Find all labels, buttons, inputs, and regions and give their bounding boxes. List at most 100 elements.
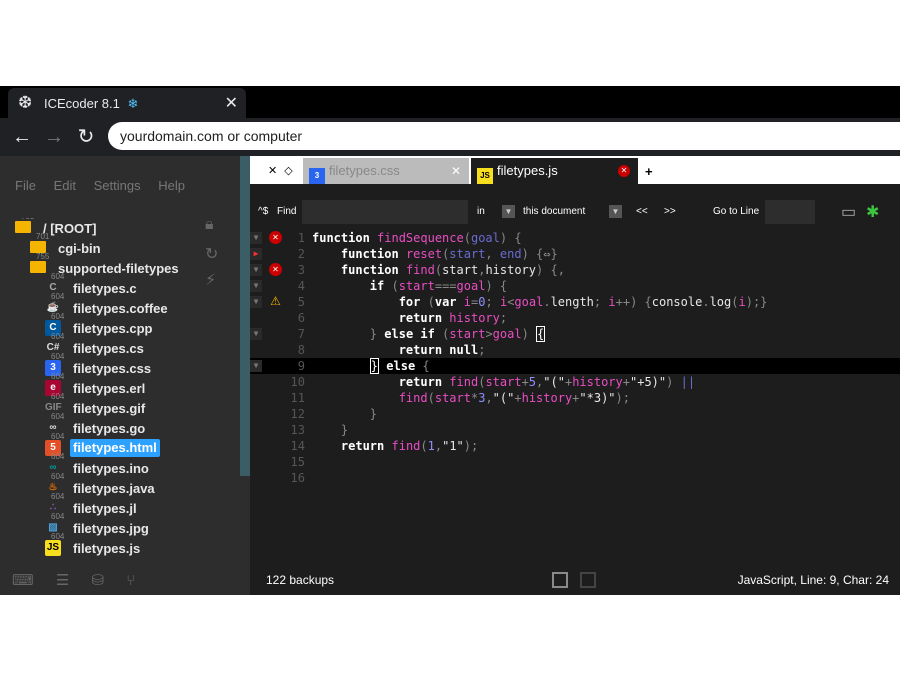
- line-number: 4: [297, 279, 305, 293]
- tree-file[interactable]: e filetypes.erl 604: [45, 372, 230, 398]
- tree-file[interactable]: ☕ filetypes.coffee 604: [45, 292, 230, 318]
- code-text: return history;: [398, 311, 508, 325]
- tree-file[interactable]: ▨ filetypes.jpg 604: [45, 512, 230, 538]
- code-line[interactable]: ▼ ✕ 3 function find(start,history) {,: [250, 262, 900, 278]
- address-bar[interactable]: yourdomain.com or computer: [108, 122, 900, 150]
- tab-filetypes-css[interactable]: 3 filetypes.css ✕: [303, 158, 469, 184]
- code-line[interactable]: 15: [250, 454, 900, 470]
- in-label: in: [477, 206, 485, 217]
- find-input[interactable]: [302, 200, 468, 224]
- tree-file[interactable]: 5 filetypes.html 604: [45, 432, 230, 458]
- server-icon[interactable]: ☰: [56, 572, 69, 589]
- tree-item-count: 604: [51, 432, 65, 441]
- git-icon[interactable]: ⑂: [126, 572, 135, 589]
- tree-file[interactable]: 3 filetypes.css 604: [45, 352, 230, 378]
- line-number: 8: [297, 343, 305, 357]
- chevron-down-icon[interactable]: ▼: [502, 205, 515, 218]
- tree-item-label: filetypes.java: [73, 481, 155, 496]
- fold-toggle-icon[interactable]: ▼: [250, 280, 262, 292]
- tree-item-name: filetypes.jpg: [73, 521, 149, 536]
- error-icon[interactable]: ✕: [269, 231, 282, 244]
- code-text: find(start*3,"("+history+"*3)");: [398, 391, 630, 405]
- find-next-button[interactable]: >>: [664, 206, 676, 217]
- code-line[interactable]: ▼ 9 } else {: [250, 358, 900, 374]
- menu-help[interactable]: Help: [158, 178, 185, 193]
- fold-toggle-icon[interactable]: ▼: [250, 232, 262, 244]
- tree-file[interactable]: ∞ filetypes.go 604: [45, 412, 230, 438]
- close-all-icon[interactable]: ✕: [268, 165, 277, 177]
- bug-icon[interactable]: ✱: [866, 202, 879, 222]
- reload-icon[interactable]: ↻: [74, 125, 98, 149]
- code-line[interactable]: ▼ ⚠ 5 for (var i=0; i<goal.length; i++) {c…: [250, 294, 900, 310]
- tree-item-label: filetypes.css: [73, 361, 151, 376]
- tree-file[interactable]: ♨ filetypes.java 604: [45, 472, 230, 498]
- tree-file[interactable]: GIF filetypes.gif 604: [45, 392, 230, 418]
- tree-item-count: 604: [51, 492, 65, 501]
- fold-toggle-icon[interactable]: ▼: [250, 360, 262, 372]
- code-text: } else if (start>goal) {: [369, 326, 546, 342]
- code-line[interactable]: 13 }: [250, 422, 900, 438]
- code-line[interactable]: ▼ 4 if (start===goal) {: [250, 278, 900, 294]
- code-line[interactable]: 10 return find(start+5,"("+history+"+5)"…: [250, 374, 900, 390]
- tree-file[interactable]: ∴ filetypes.jl 604: [45, 492, 230, 518]
- chevron-down-icon[interactable]: ▼: [609, 205, 622, 218]
- goto-line-input[interactable]: [765, 200, 815, 224]
- fold-toggle-icon[interactable]: ▶: [250, 248, 262, 260]
- tree-file[interactable]: Cfiletypes.c 604: [45, 272, 230, 298]
- window-icon[interactable]: ▭: [841, 202, 856, 222]
- tab-sort-icon[interactable]: ◇: [284, 165, 292, 177]
- tree-item-label: filetypes.html: [70, 439, 160, 457]
- line-number: 14: [290, 439, 305, 453]
- find-prev-button[interactable]: <<: [636, 206, 648, 217]
- line-number: 15: [290, 455, 305, 469]
- backups-count[interactable]: 122 backups: [266, 573, 334, 587]
- code-line[interactable]: 11 find(start*3,"("+history+"*3)");: [250, 390, 900, 406]
- regex-toggle[interactable]: ^$: [258, 206, 268, 217]
- code-line[interactable]: 12 }: [250, 406, 900, 422]
- code-line[interactable]: ▶ 2 function reset(start, end) {⇔}: [250, 246, 900, 262]
- tree-file[interactable]: C# filetypes.cs 604: [45, 332, 230, 358]
- tree-item-count: 604: [51, 472, 65, 481]
- warning-icon[interactable]: ⚠: [269, 295, 282, 308]
- fold-toggle-icon[interactable]: ▼: [250, 296, 262, 308]
- back-arrow-icon[interactable]: ←: [10, 125, 34, 149]
- menu-edit[interactable]: Edit: [54, 178, 76, 193]
- browser-tab[interactable]: ❆ ICEcoder 8.1 ❄ ✕: [8, 88, 246, 118]
- single-pane-icon[interactable]: [552, 572, 568, 588]
- tree-folder[interactable]: cgi-bin 701: [30, 232, 230, 258]
- menu-settings[interactable]: Settings: [94, 178, 141, 193]
- error-icon[interactable]: ✕: [269, 263, 282, 276]
- close-tab-icon[interactable]: ✕: [618, 165, 630, 177]
- code-text: return find(start+5,"("+history+"+5)") |…: [398, 375, 696, 389]
- code-line[interactable]: ▼ 7 } else if (start>goal) {: [250, 326, 900, 342]
- code-line[interactable]: ▼ ✕ 1 function findSequence(goal) {: [250, 230, 900, 246]
- close-tab-icon[interactable]: ✕: [451, 158, 461, 184]
- tree-item-count: 604: [51, 292, 65, 301]
- database-icon[interactable]: ⛁: [91, 572, 104, 589]
- line-number: 5: [297, 295, 305, 309]
- code-line[interactable]: 16: [250, 470, 900, 486]
- menu-file[interactable]: File: [15, 178, 36, 193]
- scope-select[interactable]: this document: [523, 206, 585, 217]
- terminal-icon[interactable]: ⌨︎: [12, 572, 34, 589]
- tree-file[interactable]: JS filetypes.js 604: [45, 532, 230, 558]
- forward-arrow-icon[interactable]: →: [42, 125, 66, 149]
- tree-file[interactable]: Cfiletypes.cpp 604: [45, 312, 230, 338]
- code-line[interactable]: 14 return find(1,"1");: [250, 438, 900, 454]
- line-number: 7: [297, 327, 305, 341]
- add-tab-button[interactable]: +: [645, 164, 653, 179]
- fold-toggle-icon[interactable]: ▼: [250, 328, 262, 340]
- split-pane-icon[interactable]: [580, 572, 596, 588]
- close-icon[interactable]: ✕: [225, 93, 238, 113]
- code-line[interactable]: 6 return history;: [250, 310, 900, 326]
- file-tree-scrollbar[interactable]: [240, 156, 250, 476]
- tree-item-name: filetypes.java: [73, 481, 155, 496]
- fold-toggle-icon[interactable]: ▼: [250, 264, 262, 276]
- tree-item-name: filetypes.c: [73, 281, 137, 296]
- tree-file[interactable]: ∞ filetypes.ino 604: [45, 452, 230, 478]
- tree-item-label: filetypes.gif: [73, 401, 145, 416]
- tree-item-label: filetypes.c: [73, 281, 137, 296]
- code-line[interactable]: 8 return null;: [250, 342, 900, 358]
- code-editor[interactable]: ▼ ✕ 1 function findSequence(goal) {▶ 2 funct…: [250, 230, 900, 565]
- tab-filetypes-js[interactable]: JS filetypes.js ✕: [471, 158, 638, 184]
